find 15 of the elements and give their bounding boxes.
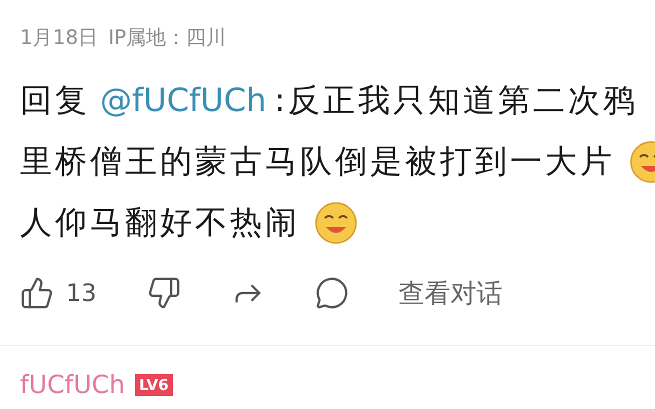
like-button[interactable]: 13	[20, 276, 97, 310]
mention-link[interactable]: @fUCfUCh	[100, 70, 266, 131]
level-badge: LV6	[134, 374, 173, 396]
thumbs-up-icon	[20, 276, 54, 310]
dislike-button[interactable]	[146, 276, 181, 310]
ip-location: IP属地：四川	[108, 24, 226, 50]
view-conversation-link[interactable]: 查看对话	[398, 276, 503, 310]
comment-text: :反正我只知道第二次鸦	[274, 80, 638, 121]
reply-button[interactable]	[314, 276, 349, 310]
thumbs-down-icon	[146, 276, 181, 310]
reply-label: 回复	[20, 80, 90, 121]
comment-text: 人仰马翻好不热闹	[20, 202, 300, 243]
speech-bubble-icon	[314, 276, 349, 310]
comment-date: 1月18日	[20, 24, 98, 50]
comment-text: 里桥僧王的蒙古马队倒是被打到一大片	[20, 141, 615, 182]
